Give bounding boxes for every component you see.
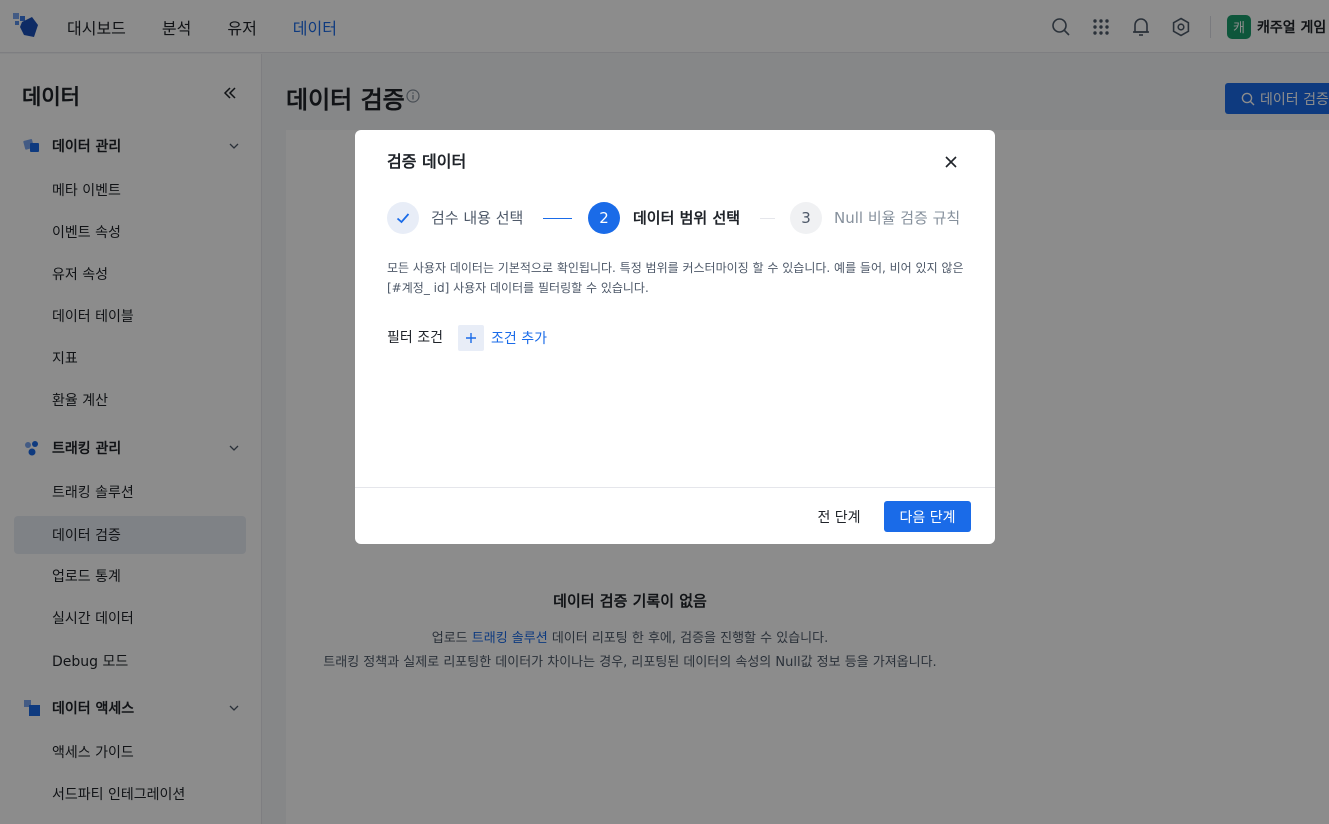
modal-footer: 전 단계 다음 단계 <box>355 487 995 544</box>
plus-icon[interactable] <box>458 325 484 351</box>
step-3-label: Null 비율 검증 규칙 <box>834 209 961 227</box>
step-3-number: 3 <box>790 202 822 234</box>
step-connector <box>760 218 775 219</box>
previous-step-button[interactable]: 전 단계 <box>805 501 873 532</box>
step-1-label: 검수 내용 선택 <box>431 209 524 227</box>
verification-data-modal: 검증 데이터 검수 내용 선택 2 데이터 범위 선택 3 Null 비율 검증… <box>355 130 995 544</box>
next-step-button[interactable]: 다음 단계 <box>884 501 971 532</box>
modal-description: 모든 사용자 데이터는 기본적으로 확인됩니다. 특정 범위를 커스터마이징 할… <box>387 261 964 295</box>
step-connector <box>543 218 572 219</box>
step-1-check-icon <box>387 202 419 234</box>
modal-title: 검증 데이터 <box>387 152 467 171</box>
close-icon[interactable] <box>943 154 959 170</box>
filter-condition-label: 필터 조건 <box>387 330 443 346</box>
step-2-number: 2 <box>588 202 620 234</box>
step-2-label: 데이터 범위 선택 <box>633 209 741 227</box>
add-condition-button[interactable]: 조건 추가 <box>491 328 547 348</box>
